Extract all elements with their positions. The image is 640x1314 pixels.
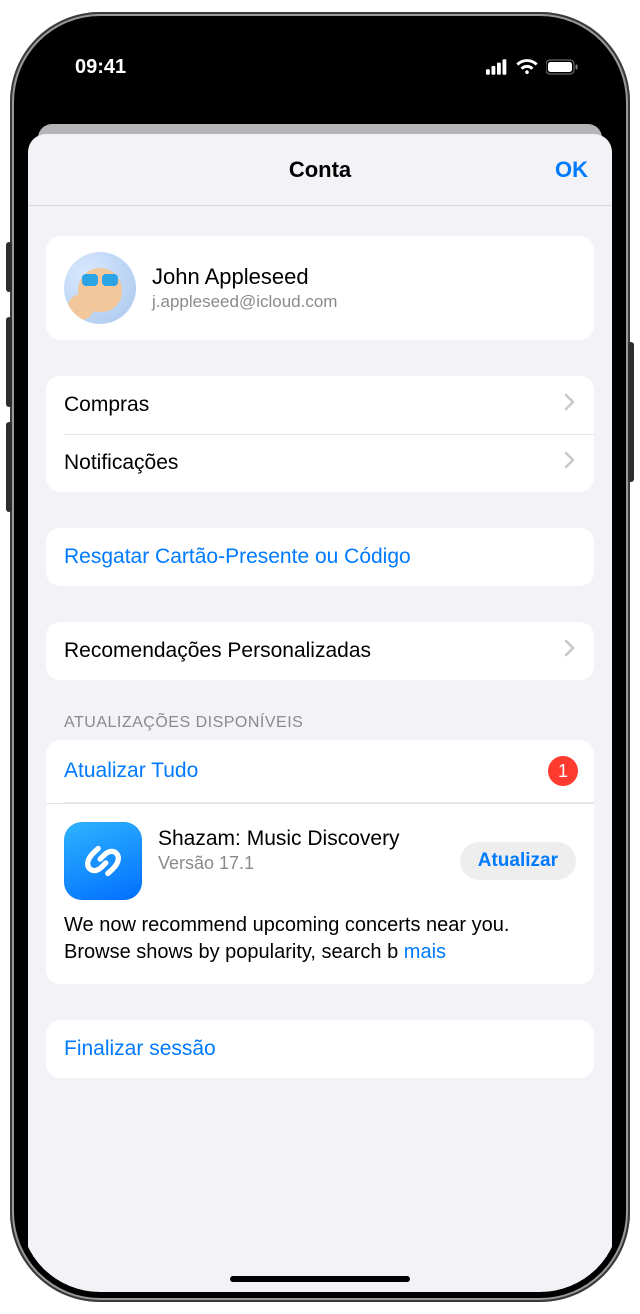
chevron-right-icon: [564, 393, 576, 417]
power-button: [628, 342, 634, 482]
notifications-label: Notificações: [64, 451, 564, 475]
volume-down-button: [6, 422, 12, 512]
wifi-icon: [516, 59, 538, 75]
redeem-row[interactable]: Resgatar Cartão-Presente ou Código: [46, 528, 594, 586]
updates-card: Atualizar Tudo 1 Shazam: Music Discov: [46, 740, 594, 984]
signout-label: Finalizar sessão: [64, 1037, 576, 1061]
notifications-row[interactable]: Notificações: [46, 434, 594, 492]
signout-row[interactable]: Finalizar sessão: [46, 1020, 594, 1078]
account-sheet: Conta OK John Appleseed j.appleseed@iclo…: [28, 134, 612, 1292]
battery-icon: [546, 59, 578, 75]
chevron-right-icon: [564, 451, 576, 475]
profile-card[interactable]: John Appleseed j.appleseed@icloud.com: [46, 236, 594, 340]
page-title: Conta: [289, 157, 351, 183]
update-all-row[interactable]: Atualizar Tudo 1: [46, 740, 594, 802]
app-update-row[interactable]: Shazam: Music Discovery Versão 17.1 Atua…: [46, 803, 594, 906]
profile-name: John Appleseed: [152, 264, 337, 290]
redeem-card: Resgatar Cartão-Presente ou Código: [46, 528, 594, 586]
status-time: 09:41: [75, 56, 126, 79]
sheet-header: Conta OK: [28, 134, 612, 206]
volume-up-button: [6, 317, 12, 407]
sheet-content[interactable]: John Appleseed j.appleseed@icloud.com Co…: [28, 206, 612, 1292]
more-link[interactable]: mais: [398, 941, 446, 963]
personalized-row[interactable]: Recomendações Personalizadas: [46, 622, 594, 680]
personalized-card: Recomendações Personalizadas: [46, 622, 594, 680]
updates-section-header: ATUALIZAÇÕES DISPONÍVEIS: [64, 714, 576, 732]
purchases-row[interactable]: Compras: [46, 376, 594, 434]
purchases-label: Compras: [64, 393, 564, 417]
chevron-right-icon: [564, 639, 576, 663]
ok-button[interactable]: OK: [555, 157, 588, 183]
app-name: Shazam: Music Discovery: [158, 826, 444, 851]
update-button[interactable]: Atualizar: [460, 842, 576, 880]
redeem-label: Resgatar Cartão-Presente ou Código: [64, 545, 576, 569]
update-all-label: Atualizar Tudo: [64, 759, 548, 783]
dynamic-island: [235, 40, 405, 82]
menu-card-1: Compras Notificações: [46, 376, 594, 492]
home-indicator[interactable]: [230, 1276, 410, 1282]
avatar: [64, 252, 136, 324]
cellular-signal-icon: [486, 59, 508, 75]
side-button: [6, 242, 12, 292]
app-release-notes[interactable]: We now recommend upcoming concerts near …: [46, 906, 594, 984]
personalized-label: Recomendações Personalizadas: [64, 639, 564, 663]
phone-frame: 09:41 Conta OK: [10, 12, 630, 1302]
signout-card: Finalizar sessão: [46, 1020, 594, 1078]
app-version: Versão 17.1: [158, 853, 444, 874]
profile-email: j.appleseed@icloud.com: [152, 292, 337, 312]
shazam-app-icon: [64, 822, 142, 900]
updates-badge: 1: [548, 756, 578, 786]
phone-screen: 09:41 Conta OK: [20, 22, 620, 1292]
